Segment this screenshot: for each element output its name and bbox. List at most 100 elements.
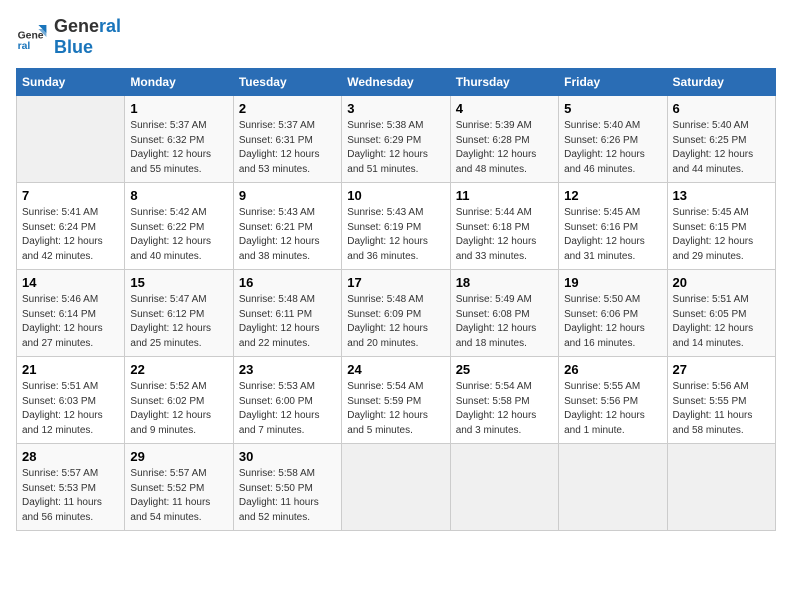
day-info: Sunrise: 5:42 AM Sunset: 6:22 PM Dayligh… <box>130 206 227 264</box>
calendar-cell: 17 Sunrise: 5:48 AM Sunset: 6:09 PM Dayli… <box>342 270 450 357</box>
day-number: 16 <box>239 275 336 290</box>
svg-text:Gene: Gene <box>18 31 44 42</box>
day-number: 13 <box>673 188 770 203</box>
day-info: Sunrise: 5:58 AM Sunset: 5:50 PM Dayligh… <box>239 467 336 525</box>
day-number: 10 <box>347 188 444 203</box>
day-number: 22 <box>130 362 227 377</box>
day-number: 29 <box>130 449 227 464</box>
day-number: 1 <box>130 101 227 116</box>
day-number: 21 <box>22 362 119 377</box>
day-number: 5 <box>564 101 661 116</box>
day-info: Sunrise: 5:40 AM Sunset: 6:25 PM Dayligh… <box>673 119 770 177</box>
calendar-cell: 6Sunrise: 5:40 AM Sunset: 6:25 PM Daylig… <box>667 96 775 183</box>
day-info: Sunrise: 5:43 AM Sunset: 6:19 PM Dayligh… <box>347 206 444 264</box>
day-number: 20 <box>673 275 770 290</box>
day-info: Sunrise: 5:45 AM Sunset: 6:15 PM Dayligh… <box>673 206 770 264</box>
day-number: 7 <box>22 188 119 203</box>
day-info: Sunrise: 5:48 AM Sunset: 6:09 PM Dayligh… <box>347 293 444 351</box>
day-info: Sunrise: 5:41 AM Sunset: 6:24 PM Dayligh… <box>22 206 119 264</box>
day-info: Sunrise: 5:47 AM Sunset: 6:12 PM Dayligh… <box>130 293 227 351</box>
day-info: Sunrise: 5:54 AM Sunset: 5:58 PM Dayligh… <box>456 380 553 438</box>
day-number: 26 <box>564 362 661 377</box>
day-number: 30 <box>239 449 336 464</box>
calendar-cell: 29 Sunrise: 5:57 AM Sunset: 5:52 PM Dayli… <box>125 444 233 531</box>
day-number: 25 <box>456 362 553 377</box>
calendar-week-row: 14 Sunrise: 5:46 AM Sunset: 6:14 PM Dayli… <box>17 270 776 357</box>
day-number: 23 <box>239 362 336 377</box>
calendar-cell: 16 Sunrise: 5:48 AM Sunset: 6:11 PM Dayli… <box>233 270 341 357</box>
logo-text: General <box>54 16 121 37</box>
day-number: 12 <box>564 188 661 203</box>
calendar-header-row: SundayMondayTuesdayWednesdayThursdayFrid… <box>17 69 776 96</box>
day-info: Sunrise: 5:37 AM Sunset: 6:32 PM Dayligh… <box>130 119 227 177</box>
weekday-header: Monday <box>125 69 233 96</box>
calendar-cell: 8 Sunrise: 5:42 AM Sunset: 6:22 PM Daylig… <box>125 183 233 270</box>
weekday-header: Saturday <box>667 69 775 96</box>
day-number: 8 <box>130 188 227 203</box>
day-info: Sunrise: 5:49 AM Sunset: 6:08 PM Dayligh… <box>456 293 553 351</box>
day-number: 2 <box>239 101 336 116</box>
day-info: Sunrise: 5:48 AM Sunset: 6:11 PM Dayligh… <box>239 293 336 351</box>
day-number: 24 <box>347 362 444 377</box>
calendar-cell <box>342 444 450 531</box>
day-number: 9 <box>239 188 336 203</box>
calendar-cell <box>667 444 775 531</box>
calendar-cell: 2Sunrise: 5:37 AM Sunset: 6:31 PM Daylig… <box>233 96 341 183</box>
calendar-cell <box>450 444 558 531</box>
calendar-cell: 14 Sunrise: 5:46 AM Sunset: 6:14 PM Dayli… <box>17 270 125 357</box>
day-info: Sunrise: 5:53 AM Sunset: 6:00 PM Dayligh… <box>239 380 336 438</box>
day-number: 15 <box>130 275 227 290</box>
calendar-cell: 19Sunrise: 5:50 AM Sunset: 6:06 PM Dayli… <box>559 270 667 357</box>
calendar-cell: 1 Sunrise: 5:37 AM Sunset: 6:32 PM Daylig… <box>125 96 233 183</box>
day-number: 17 <box>347 275 444 290</box>
day-info: Sunrise: 5:45 AM Sunset: 6:16 PM Dayligh… <box>564 206 661 264</box>
day-info: Sunrise: 5:55 AM Sunset: 5:56 PM Dayligh… <box>564 380 661 438</box>
calendar-cell: 30 Sunrise: 5:58 AM Sunset: 5:50 PM Dayli… <box>233 444 341 531</box>
weekday-header: Tuesday <box>233 69 341 96</box>
day-info: Sunrise: 5:46 AM Sunset: 6:14 PM Dayligh… <box>22 293 119 351</box>
page-header: Gene ral General Blue <box>16 16 776 58</box>
calendar-cell: 25 Sunrise: 5:54 AM Sunset: 5:58 PM Dayli… <box>450 357 558 444</box>
day-number: 28 <box>22 449 119 464</box>
day-info: Sunrise: 5:57 AM Sunset: 5:52 PM Dayligh… <box>130 467 227 525</box>
calendar-cell: 11Sunrise: 5:44 AM Sunset: 6:18 PM Dayli… <box>450 183 558 270</box>
calendar-cell: 13 Sunrise: 5:45 AM Sunset: 6:15 PM Dayli… <box>667 183 775 270</box>
weekday-header: Wednesday <box>342 69 450 96</box>
calendar-cell: 7 Sunrise: 5:41 AM Sunset: 6:24 PM Daylig… <box>17 183 125 270</box>
calendar-cell: 12 Sunrise: 5:45 AM Sunset: 6:16 PM Dayli… <box>559 183 667 270</box>
day-info: Sunrise: 5:51 AM Sunset: 6:03 PM Dayligh… <box>22 380 119 438</box>
calendar-body: 1 Sunrise: 5:37 AM Sunset: 6:32 PM Daylig… <box>17 96 776 531</box>
day-number: 14 <box>22 275 119 290</box>
calendar-week-row: 1 Sunrise: 5:37 AM Sunset: 6:32 PM Daylig… <box>17 96 776 183</box>
day-info: Sunrise: 5:38 AM Sunset: 6:29 PM Dayligh… <box>347 119 444 177</box>
calendar-week-row: 7 Sunrise: 5:41 AM Sunset: 6:24 PM Daylig… <box>17 183 776 270</box>
logo: Gene ral General Blue <box>16 16 121 58</box>
calendar-cell: 27 Sunrise: 5:56 AM Sunset: 5:55 PM Dayli… <box>667 357 775 444</box>
calendar-cell <box>559 444 667 531</box>
calendar-cell: 10 Sunrise: 5:43 AM Sunset: 6:19 PM Dayli… <box>342 183 450 270</box>
calendar-cell: 24 Sunrise: 5:54 AM Sunset: 5:59 PM Dayli… <box>342 357 450 444</box>
calendar-table: SundayMondayTuesdayWednesdayThursdayFrid… <box>16 68 776 531</box>
calendar-week-row: 21 Sunrise: 5:51 AM Sunset: 6:03 PM Dayli… <box>17 357 776 444</box>
day-info: Sunrise: 5:39 AM Sunset: 6:28 PM Dayligh… <box>456 119 553 177</box>
logo-text2: Blue <box>54 37 121 58</box>
day-number: 19 <box>564 275 661 290</box>
weekday-header: Friday <box>559 69 667 96</box>
svg-text:ral: ral <box>18 41 31 52</box>
day-info: Sunrise: 5:44 AM Sunset: 6:18 PM Dayligh… <box>456 206 553 264</box>
calendar-cell: 18 Sunrise: 5:49 AM Sunset: 6:08 PM Dayli… <box>450 270 558 357</box>
day-info: Sunrise: 5:57 AM Sunset: 5:53 PM Dayligh… <box>22 467 119 525</box>
calendar-cell: 4Sunrise: 5:39 AM Sunset: 6:28 PM Daylig… <box>450 96 558 183</box>
calendar-cell: 9Sunrise: 5:43 AM Sunset: 6:21 PM Daylig… <box>233 183 341 270</box>
calendar-cell <box>17 96 125 183</box>
calendar-cell: 20Sunrise: 5:51 AM Sunset: 6:05 PM Dayli… <box>667 270 775 357</box>
day-info: Sunrise: 5:54 AM Sunset: 5:59 PM Dayligh… <box>347 380 444 438</box>
calendar-cell: 21 Sunrise: 5:51 AM Sunset: 6:03 PM Dayli… <box>17 357 125 444</box>
day-number: 18 <box>456 275 553 290</box>
weekday-header: Sunday <box>17 69 125 96</box>
logo-icon: Gene ral <box>16 21 48 53</box>
day-number: 27 <box>673 362 770 377</box>
calendar-cell: 28 Sunrise: 5:57 AM Sunset: 5:53 PM Dayli… <box>17 444 125 531</box>
day-number: 3 <box>347 101 444 116</box>
day-info: Sunrise: 5:56 AM Sunset: 5:55 PM Dayligh… <box>673 380 770 438</box>
